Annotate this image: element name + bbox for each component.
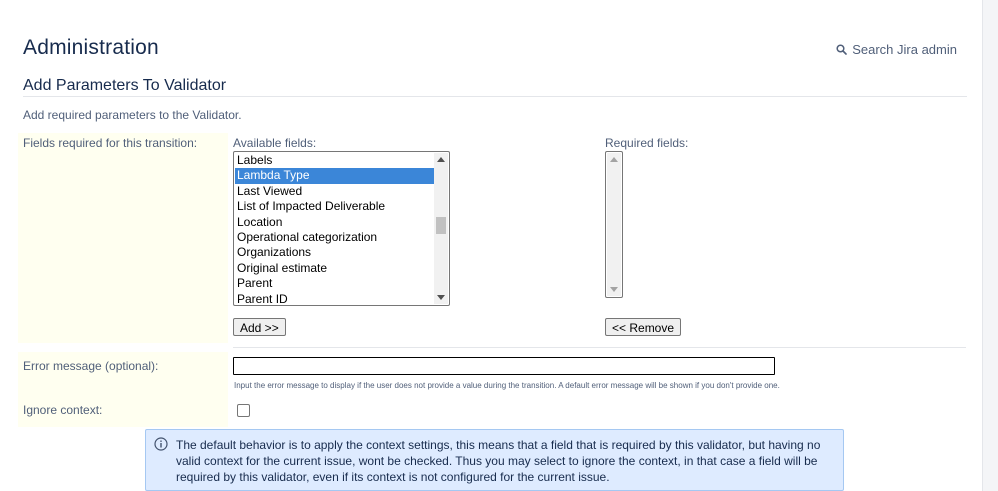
available-field-option[interactable]: List of Impacted Deliverable: [235, 199, 434, 214]
info-icon: [154, 437, 168, 451]
section-title: Add Parameters To Validator: [23, 77, 227, 94]
remove-button[interactable]: << Remove: [605, 318, 682, 336]
required-fields-scrollbar[interactable]: [607, 153, 621, 296]
error-message-input[interactable]: [233, 357, 775, 375]
error-message-label: Error message (optional):: [23, 359, 159, 373]
available-field-option[interactable]: Labels: [235, 153, 434, 168]
page-scrollbar[interactable]: [982, 0, 998, 491]
info-message: The default behavior is to apply the con…: [145, 429, 844, 491]
ignore-context-checkbox[interactable]: [237, 404, 250, 417]
admin-search-label: Search Jira admin: [852, 42, 957, 57]
scroll-thumb[interactable]: [436, 217, 446, 234]
search-icon: [836, 44, 848, 55]
page-title: Administration: [23, 36, 159, 59]
section-divider: [23, 96, 967, 97]
section-description: Add required parameters to the Validator…: [23, 108, 242, 122]
required-fields-listbox[interactable]: [605, 151, 623, 298]
fields-required-label: Fields required for this transition:: [23, 136, 198, 150]
available-fields-listbox[interactable]: Labels Lambda Type Last Viewed List of Impa…: [233, 151, 450, 306]
available-field-option[interactable]: Lambda Type: [235, 168, 434, 184]
available-field-option[interactable]: Operational categorization: [235, 230, 434, 245]
info-message-text: The default behavior is to apply the con…: [176, 438, 821, 484]
required-fields-label: Required fields:: [605, 136, 689, 150]
scroll-up-icon[interactable]: [437, 157, 445, 162]
error-message-hint: Input the error message to display if th…: [234, 381, 780, 390]
scroll-down-icon[interactable]: [437, 295, 445, 300]
scroll-down-icon[interactable]: [610, 287, 618, 292]
admin-search-link[interactable]: Search Jira admin: [836, 42, 957, 57]
label-column-fields: [18, 133, 228, 343]
available-field-option[interactable]: Location: [235, 215, 434, 230]
available-fields-list: Labels Lambda Type Last Viewed List of Impa…: [235, 153, 434, 305]
form-divider: [233, 347, 966, 348]
add-button[interactable]: Add >>: [233, 318, 286, 336]
available-field-option[interactable]: Original estimate: [235, 261, 434, 276]
available-fields-scrollbar[interactable]: [434, 153, 448, 304]
available-field-option[interactable]: Parent: [235, 276, 434, 291]
available-field-option[interactable]: Organizations: [235, 245, 434, 260]
scroll-up-icon[interactable]: [610, 157, 618, 162]
available-field-option[interactable]: Last Viewed: [235, 184, 434, 199]
ignore-context-label: Ignore context:: [23, 403, 103, 417]
available-fields-label: Available fields:: [233, 136, 317, 150]
available-field-option[interactable]: Parent ID: [235, 292, 434, 305]
